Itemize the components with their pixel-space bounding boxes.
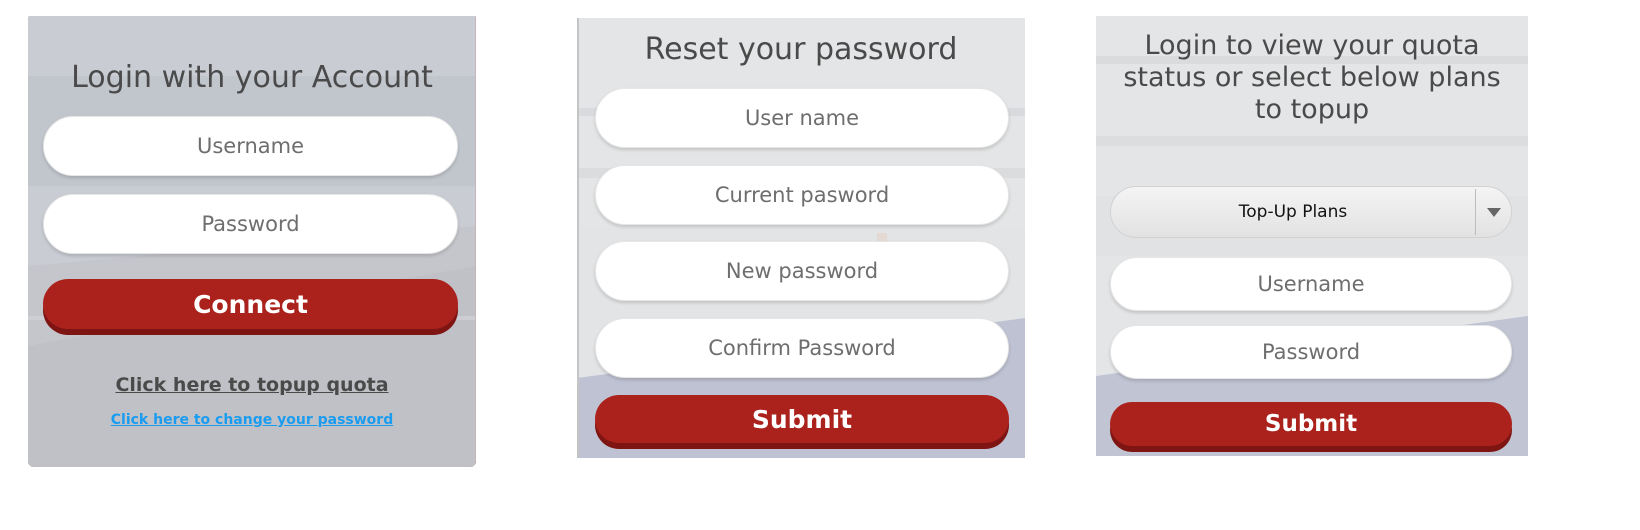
topup-plans-select[interactable]: Top-Up Plans: [1110, 186, 1512, 238]
quota-password-input[interactable]: [1110, 325, 1512, 379]
username-input[interactable]: [43, 116, 458, 176]
password-input[interactable]: [43, 194, 458, 254]
quota-panel: Login to view your quota status or selec…: [1096, 16, 1528, 456]
reset-title: Reset your password: [644, 32, 958, 67]
quota-username-input[interactable]: [1110, 257, 1512, 311]
current-password-input[interactable]: [595, 165, 1009, 225]
topup-plans-select-value: Top-Up Plans: [1238, 202, 1348, 222]
confirm-password-input[interactable]: [595, 318, 1009, 378]
new-password-input[interactable]: [595, 241, 1009, 301]
quota-title: Login to view your quota status or selec…: [1123, 30, 1501, 125]
login-title: Login with your Account: [71, 60, 433, 95]
connect-button[interactable]: Connect: [43, 279, 458, 329]
topup-quota-link[interactable]: Click here to topup quota: [28, 374, 476, 396]
reset-submit-button[interactable]: Submit: [595, 395, 1009, 443]
chevron-down-icon[interactable]: [1476, 187, 1511, 237]
reset-password-panel: Reset your password Submit: [577, 18, 1025, 458]
reset-username-input[interactable]: [595, 88, 1009, 148]
change-password-link[interactable]: Click here to change your password: [28, 412, 476, 428]
quota-submit-button[interactable]: Submit: [1110, 402, 1512, 446]
login-panel: Login with your Account Connect Click he…: [28, 16, 476, 467]
